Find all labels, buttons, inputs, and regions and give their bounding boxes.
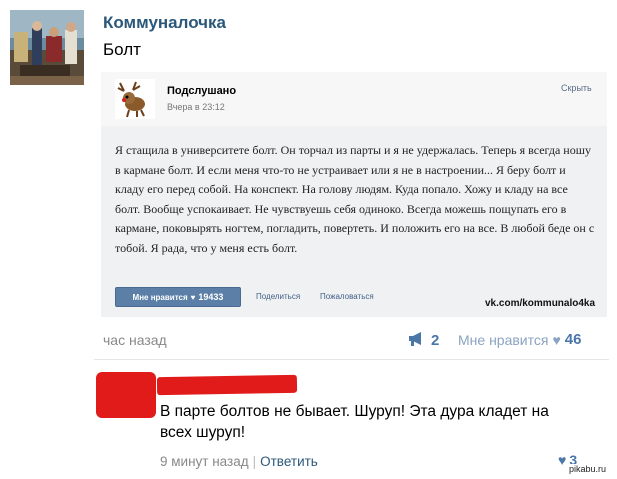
comment-meta: 9 минут назад | Ответить — [160, 454, 318, 469]
reply-link[interactable]: Ответить — [260, 454, 318, 469]
embed-like-count: 19433 — [198, 292, 224, 302]
repost-header: Подслушано Вчера в 23:12 Скрыть — [101, 72, 607, 126]
comment-time[interactable]: 9 минут назад — [160, 454, 249, 469]
divider — [94, 359, 609, 360]
repost-count: 2 — [431, 332, 440, 349]
embed-like-button[interactable]: Мне нравится ♥ 19433 — [115, 287, 241, 307]
redacted-username — [156, 374, 298, 396]
source-name[interactable]: Подслушано — [167, 85, 236, 97]
hide-link[interactable]: Скрыть — [561, 83, 592, 93]
post-time[interactable]: час назад — [103, 332, 167, 348]
group-name[interactable]: Коммуналочка — [103, 13, 226, 33]
post-title: Болт — [103, 40, 141, 59]
like-button[interactable]: Мне нравится ♥ 46 — [458, 331, 581, 348]
heart-icon: ♥ — [552, 331, 561, 348]
megaphone-icon — [408, 331, 425, 350]
group-avatar[interactable] — [10, 10, 84, 85]
repost-button[interactable]: 2 — [408, 331, 439, 350]
separator: | — [252, 454, 257, 469]
report-link[interactable]: Пожаловаться — [320, 292, 374, 301]
group-watermark: vk.com/kommunalo4ka — [485, 298, 596, 309]
share-link[interactable]: Поделиться — [256, 292, 300, 301]
comment-text: В парте болтов не бывает. Шуруп! Эта дур… — [160, 403, 549, 441]
site-watermark: pikabu.ru — [567, 464, 609, 474]
heart-icon: ♥ — [190, 292, 196, 302]
repost-text: Я стащила в университете болт. Он торчал… — [115, 143, 595, 255]
heart-icon: ♥ — [558, 452, 567, 468]
like-label: Мне нравится — [458, 331, 549, 348]
embed-like-label: Мне нравится — [132, 292, 188, 302]
redacted-avatar — [96, 372, 156, 418]
like-count: 46 — [564, 331, 582, 348]
source-time[interactable]: Вчера в 23:12 — [167, 102, 225, 112]
source-avatar-icon[interactable] — [115, 79, 155, 119]
